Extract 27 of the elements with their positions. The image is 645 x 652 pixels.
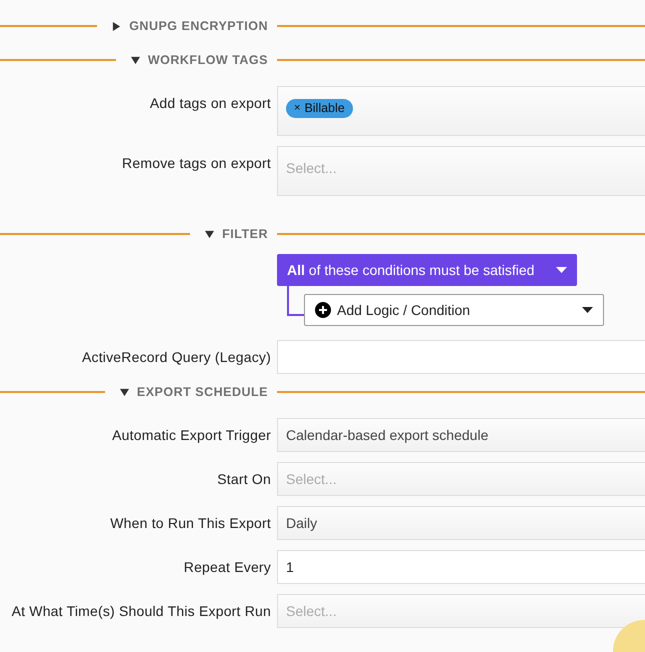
select-field[interactable]: Daily [277, 506, 645, 540]
field-label: Start On [217, 470, 271, 487]
caret-icon [556, 267, 567, 273]
field-label: Remove tags on export [122, 154, 271, 171]
field-label: Add tags on export [150, 94, 271, 111]
collapse-triangle-icon[interactable] [130, 56, 140, 64]
section-title[interactable]: WORKFLOW TAGS [148, 53, 271, 67]
add-condition-dropdown[interactable]: Add Logic / Condition [304, 294, 604, 326]
select-field[interactable]: Calendar-based export schedule [277, 418, 645, 452]
expand-triangle-icon[interactable] [112, 22, 122, 30]
field-label: When to Run This Export [110, 514, 271, 531]
tag-chip[interactable]: × Billable [286, 99, 353, 118]
collapse-triangle-icon[interactable] [120, 388, 129, 396]
section-title[interactable]: GNUPG ENCRYPTION [129, 19, 271, 33]
input-field[interactable]: 1 [277, 550, 645, 584]
input-field[interactable] [277, 340, 645, 374]
conditions-dropdown[interactable]: All of these conditions must be satisfied [277, 254, 577, 286]
field-label: ActiveRecord Query (Legacy) [82, 348, 271, 365]
plus-circle-icon [315, 302, 331, 318]
field-label: Repeat Every [184, 558, 271, 575]
section-title[interactable]: FILTER [222, 227, 271, 241]
field-label: Automatic Export Trigger [112, 426, 271, 443]
caret-icon [582, 307, 593, 313]
field-label: At What Time(s) Should This Export Run [12, 602, 271, 619]
collapse-triangle-icon[interactable] [205, 230, 214, 238]
tags-field[interactable]: × Billable [277, 86, 645, 136]
section-title[interactable]: EXPORT SCHEDULE [136, 385, 271, 399]
